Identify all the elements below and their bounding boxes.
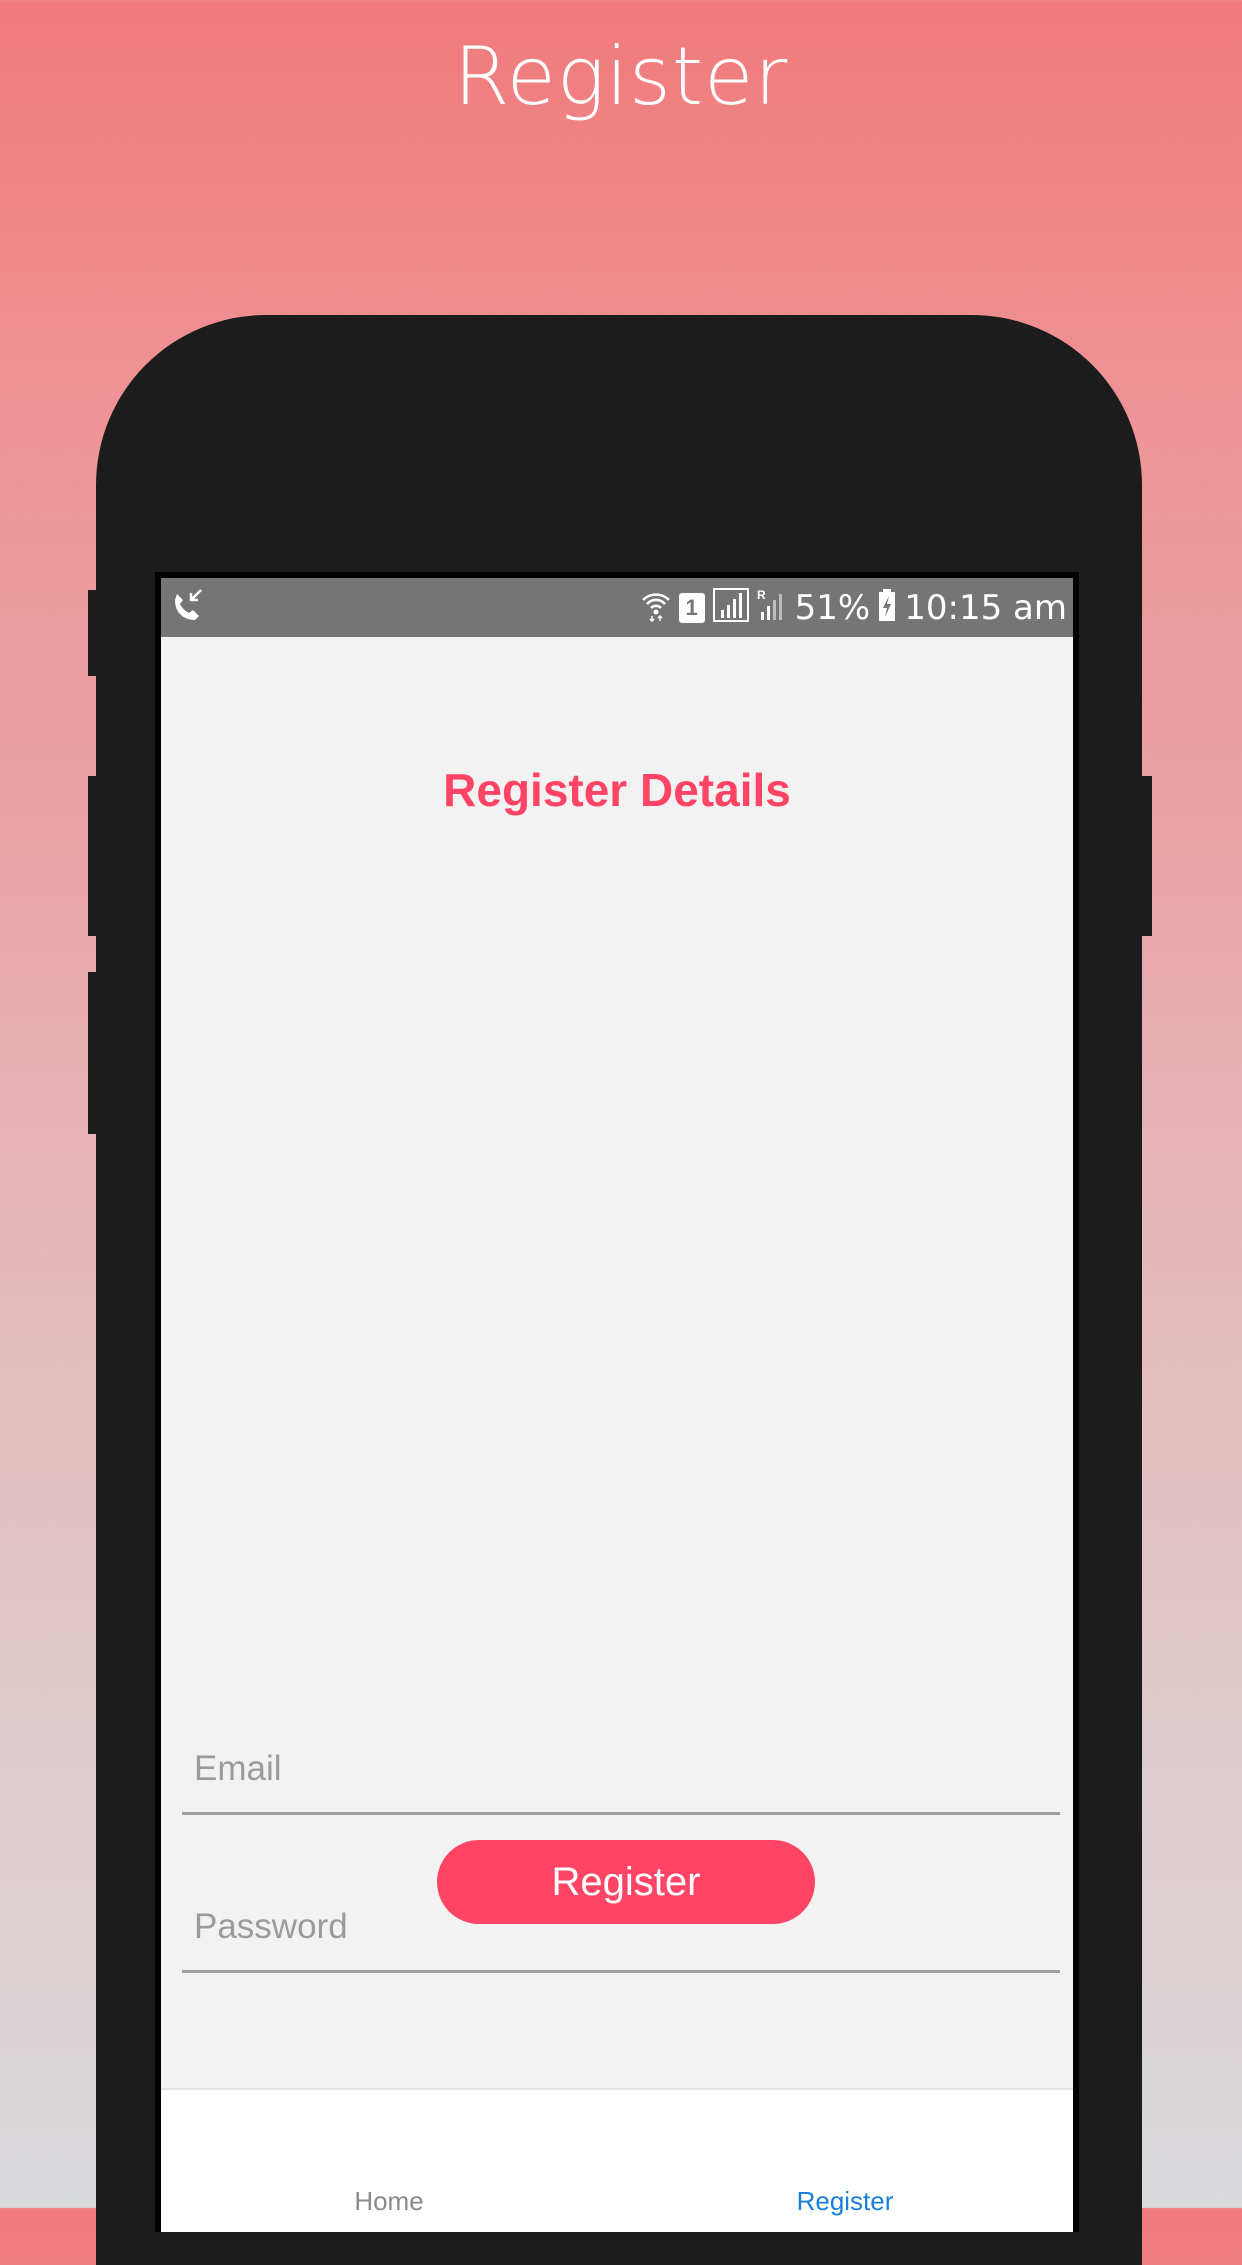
battery-charging-icon [878,588,896,627]
email-field-container [182,1726,1060,1815]
phone-screen: 1 R 51% 10:15 am Register Details Email … [155,572,1079,2232]
wifi-icon [641,588,671,627]
roaming-signal-icon: R [757,588,787,627]
tab-register[interactable]: Register [617,2090,1073,2232]
call-received-icon [171,586,205,626]
status-bar: 1 R 51% 10:15 am [161,578,1073,637]
app-screen: 1 R 51% 10:15 am Register Details Email … [161,578,1073,2232]
email-input[interactable] [182,1726,1060,1812]
bottom-tab-bar: Home Register [161,2088,1073,2232]
battery-percent: 51% [794,587,871,628]
svg-text:R: R [757,588,766,602]
tab-home-label: Home [354,2186,424,2216]
register-button[interactable]: Register [437,1840,815,1924]
status-time: 10:15 am [904,587,1067,628]
signal-icon [712,588,749,627]
form-title: Register Details [443,764,791,816]
sim-icon: 1 [678,592,705,623]
tab-home[interactable]: Home [161,2090,617,2232]
tab-register-label: Register [796,2186,894,2216]
banner-title: Register [453,30,789,123]
